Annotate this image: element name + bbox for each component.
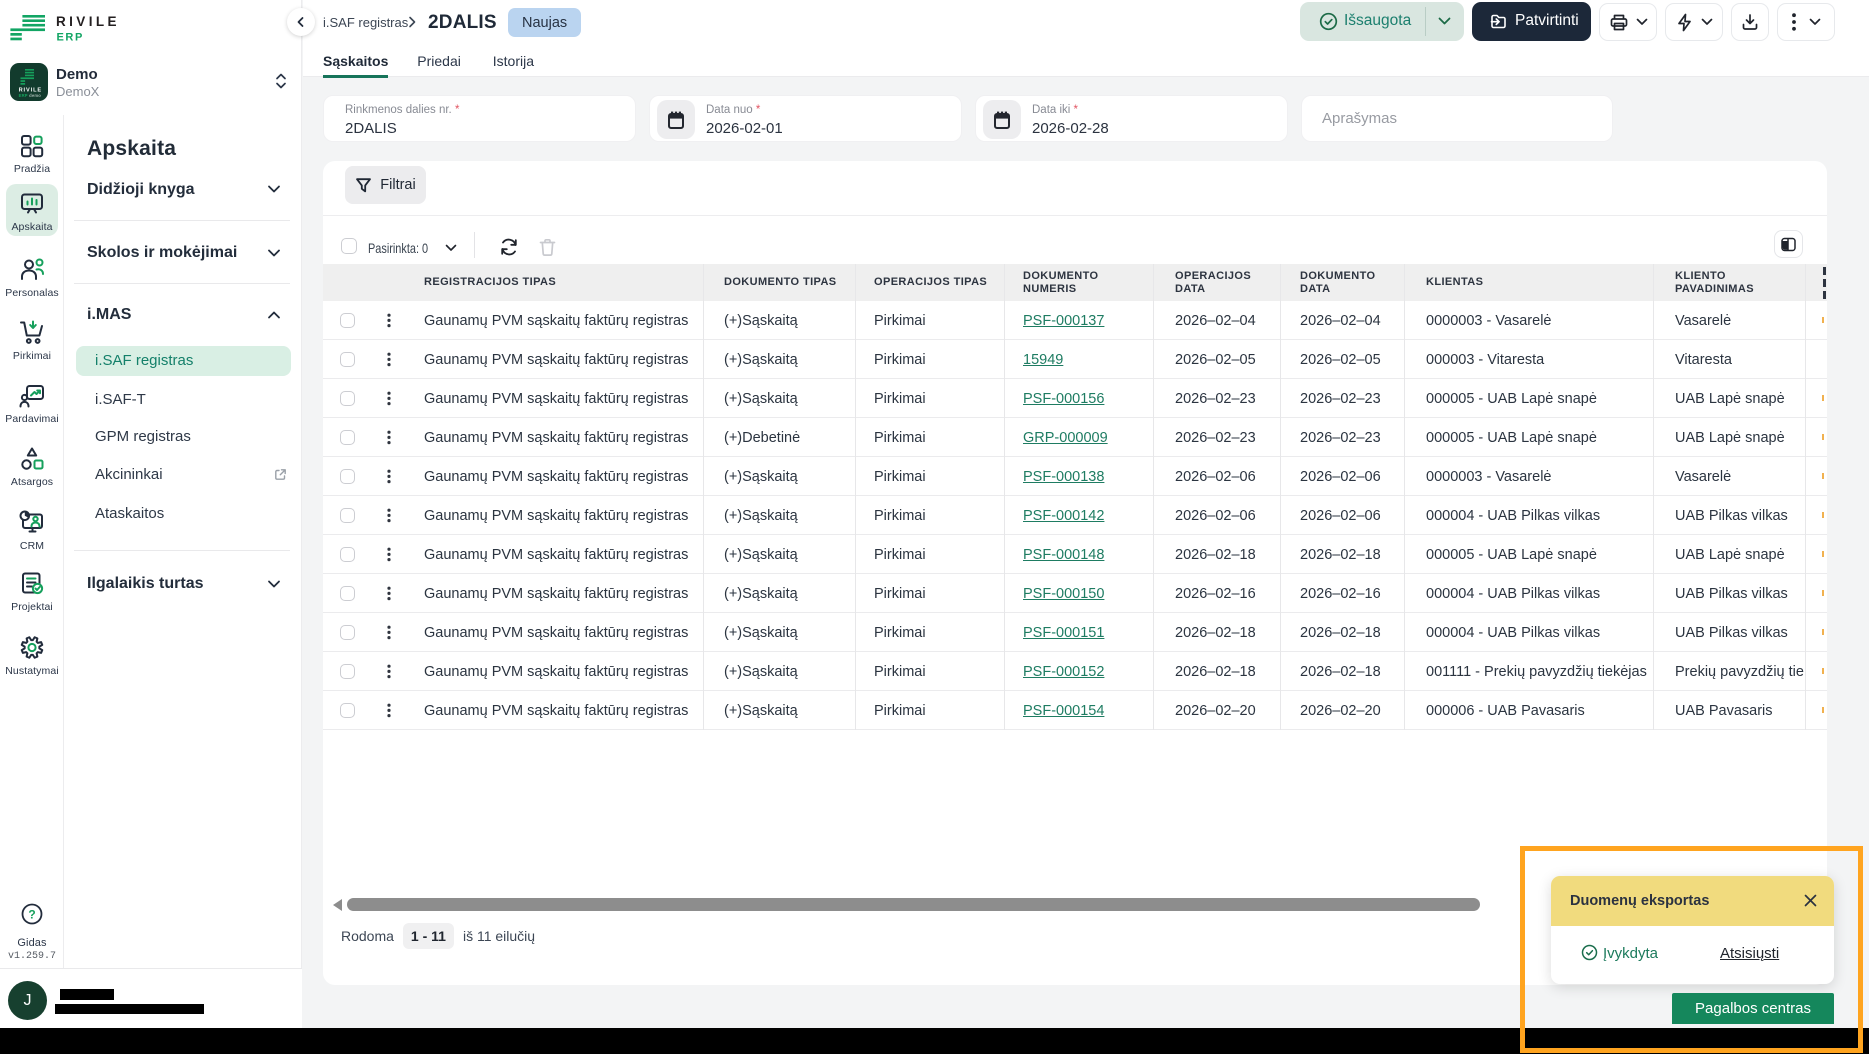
svg-text:ERP demo: ERP demo [19, 93, 42, 98]
svg-text:RIVILE: RIVILE [56, 14, 120, 29]
svg-text:ERP: ERP [57, 32, 84, 43]
svg-text:?: ? [28, 907, 35, 921]
